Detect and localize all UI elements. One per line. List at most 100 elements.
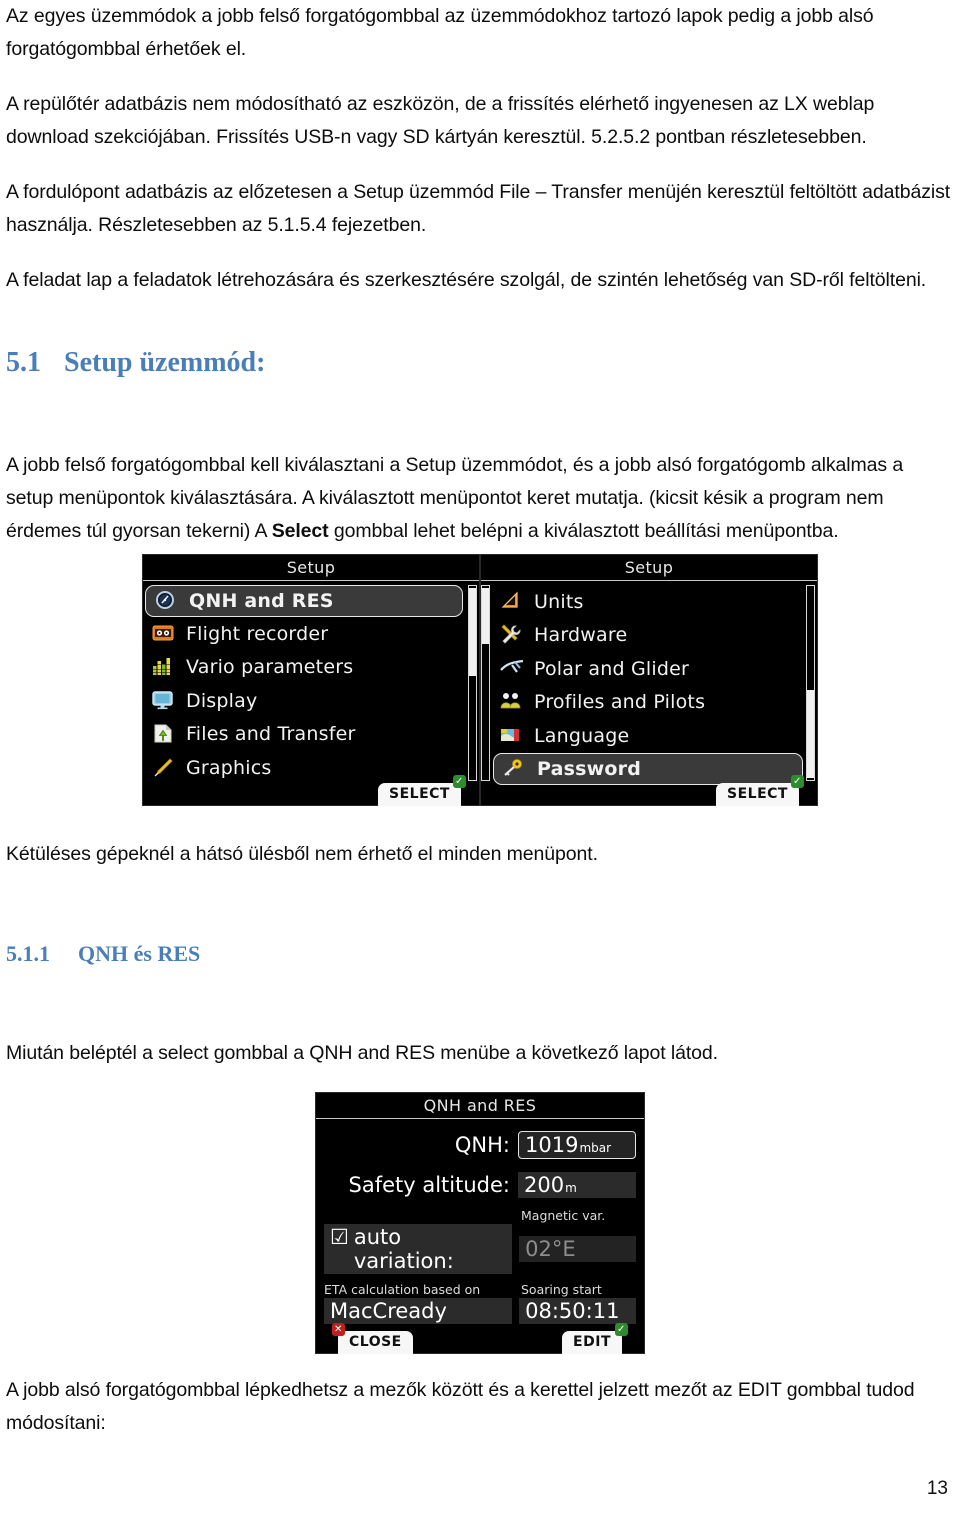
select-softkey-left[interactable]: SELECT ✓ [378, 775, 466, 806]
safety-altitude-field[interactable]: 200 m [518, 1172, 636, 1198]
menu-item-password[interactable]: Password [493, 752, 803, 785]
confirm-badge-icon: ✓ [453, 775, 466, 788]
menu-item-label: Files and Transfer [186, 723, 356, 746]
menu-item-graphics[interactable]: Graphics [143, 751, 465, 785]
setup-right-title: Setup [481, 555, 817, 581]
eta-captions-row: ETA calculation based on Soaring start [324, 1282, 636, 1297]
magnetic-var-caption: Magnetic var. [521, 1208, 606, 1223]
qnh-unit: mbar [579, 1141, 612, 1155]
glider-icon [499, 658, 525, 680]
page-number: 13 [926, 1478, 948, 1499]
setup-left-menu: QNH and RES Flight recorder Vario parame… [143, 583, 465, 805]
heading-5-1-1-number: 5.1.1 [6, 941, 50, 966]
monitor-icon [151, 690, 177, 712]
edit-softkey[interactable]: EDIT ✓ [562, 1323, 628, 1354]
soaring-start-caption: Soaring start [521, 1282, 602, 1297]
file-transfer-icon [151, 723, 177, 745]
safety-altitude-label: Safety altitude: [348, 1173, 511, 1197]
menu-item-label: Display [186, 689, 258, 712]
confirm-badge-icon: ✓ [791, 775, 804, 788]
menu-item-profiles-and-pilots[interactable]: Profiles and Pilots [491, 686, 805, 720]
heading-5-1-1: 5.1.1 QNH és RES [6, 941, 954, 967]
heading-5-1-1-text: QNH és RES [78, 941, 201, 966]
auto-variation-field[interactable]: ☑ auto variation: [324, 1224, 513, 1274]
triangle-ruler-icon [499, 591, 525, 613]
menu-item-units[interactable]: Units [491, 585, 805, 619]
flag-icon [499, 725, 525, 747]
menu-item-label: Graphics [186, 756, 272, 779]
qnh-value-field[interactable]: 1019 mbar [518, 1131, 636, 1159]
menu-item-hardware[interactable]: Hardware [491, 619, 805, 653]
cancel-badge-icon: ✕ [332, 1323, 345, 1336]
menu-item-files-and-transfer[interactable]: Files and Transfer [143, 718, 465, 752]
paragraph-1: Az egyes üzemmódok a jobb felső forgatóg… [6, 5, 874, 60]
magnetic-var-caption-row: Magnetic var. [324, 1208, 636, 1223]
qnh-row: QNH: 1019 mbar [324, 1131, 636, 1159]
close-softkey[interactable]: CLOSE ✕ [332, 1323, 413, 1354]
menu-item-label: QNH and RES [189, 590, 334, 612]
menu-item-polar-and-glider[interactable]: Polar and Glider [491, 652, 805, 686]
eta-caption: ETA calculation based on [324, 1282, 481, 1297]
setup-left-title: Setup [143, 555, 479, 581]
paragraph-5-part-b: gombbal lehet belépni a kiválasztott beá… [328, 520, 839, 542]
confirm-badge-icon: ✓ [615, 1323, 628, 1336]
select-softkey-right[interactable]: SELECT ✓ [716, 775, 804, 806]
paragraph-3: A fordulópont adatbázis az előzetesen a … [6, 181, 951, 236]
menu-item-label: Language [534, 724, 630, 747]
document-page: Az egyes üzemmódok a jobb felső forgatóg… [0, 0, 960, 1514]
paragraph-7: Miután beléptél a select gombbal a QNH a… [6, 1042, 718, 1064]
setup-left-scrollbar[interactable] [468, 585, 477, 781]
select-keyword: Select [271, 520, 329, 542]
menu-item-label: Profiles and Pilots [534, 691, 706, 714]
auto-variation-checkbox-icon[interactable]: ☑ [330, 1225, 349, 1249]
device-screenshot-qnh: QNH and RES QNH: 1019 mbar Safety altitu… [315, 1092, 645, 1354]
heading-5-1-number: 5.1 [6, 347, 41, 378]
magnetic-var-value: 02°E [525, 1237, 576, 1261]
scrollbar-thumb[interactable] [469, 588, 476, 676]
paragraph-5: A jobb felső forgatógombbal kell kiválas… [6, 449, 954, 548]
menu-item-label: Units [534, 590, 584, 613]
auto-variation-row: ☑ auto variation: 02°E [324, 1224, 636, 1274]
magnetic-var-field: 02°E [519, 1236, 636, 1262]
heading-5-1-text: Setup üzemmód: [64, 347, 266, 378]
qnh-value: 1019 [525, 1133, 579, 1157]
safety-altitude-value: 200 [524, 1173, 565, 1197]
people-icon [499, 691, 525, 713]
qnh-label: QNH: [454, 1133, 510, 1157]
setup-screenshots: Setup QNH and RES Flight recorder Vario … [6, 554, 954, 806]
eta-values-row: MacCready 08:50:11 [324, 1298, 636, 1324]
menu-item-qnh-and-res[interactable]: QNH and RES [145, 585, 463, 617]
flight-recorder-icon [151, 623, 177, 645]
paragraph-8: A jobb alsó forgatógombbal lépkedhetsz a… [6, 1379, 915, 1434]
heading-5-1: 5.1 Setup üzemmód: [6, 347, 954, 379]
setup-right-menu: Units Hardware Polar and Glider Profiles… [491, 583, 805, 805]
menu-item-vario-parameters[interactable]: Vario parameters [143, 651, 465, 685]
tools-icon [499, 624, 525, 646]
select-softkey-label: SELECT [389, 786, 450, 802]
soaring-start-value: 08:50:11 [525, 1299, 620, 1323]
soaring-start-field[interactable]: 08:50:11 [519, 1298, 636, 1324]
compass-icon [154, 590, 180, 612]
setup-right-scrollbar-left[interactable] [481, 585, 490, 781]
close-softkey-label: CLOSE [349, 1334, 402, 1350]
bargraph-icon [151, 656, 177, 678]
setup-right-scrollbar[interactable] [806, 585, 815, 781]
paragraph-6: Kétüléses gépeknél a hátsó ülésből nem é… [6, 843, 598, 865]
key-icon [502, 758, 528, 780]
safety-altitude-row: Safety altitude: 200 m [324, 1172, 636, 1198]
scrollbar-thumb[interactable] [482, 588, 489, 644]
menu-item-display[interactable]: Display [143, 684, 465, 718]
paragraph-2: A repülőtér adatbázis nem módosítható az… [6, 93, 875, 148]
menu-item-label: Password [537, 757, 642, 780]
paragraph-4: A feladat lap a feladatok létrehozására … [6, 269, 927, 291]
menu-item-flight-recorder[interactable]: Flight recorder [143, 617, 465, 651]
menu-item-language[interactable]: Language [491, 719, 805, 753]
device-screenshot-setup-left: Setup QNH and RES Flight recorder Vario … [142, 554, 480, 806]
eta-value-field[interactable]: MacCready [324, 1298, 513, 1324]
menu-item-label: Vario parameters [186, 656, 354, 679]
scrollbar-thumb[interactable] [807, 690, 814, 778]
edit-softkey-label: EDIT [573, 1334, 611, 1350]
device-screenshot-setup-right: Setup Units Hardware Polar and Glider Pr… [480, 554, 818, 806]
qnh-screenshot-wrap: QNH and RES QNH: 1019 mbar Safety altitu… [6, 1092, 954, 1354]
qnh-title: QNH and RES [316, 1093, 644, 1119]
